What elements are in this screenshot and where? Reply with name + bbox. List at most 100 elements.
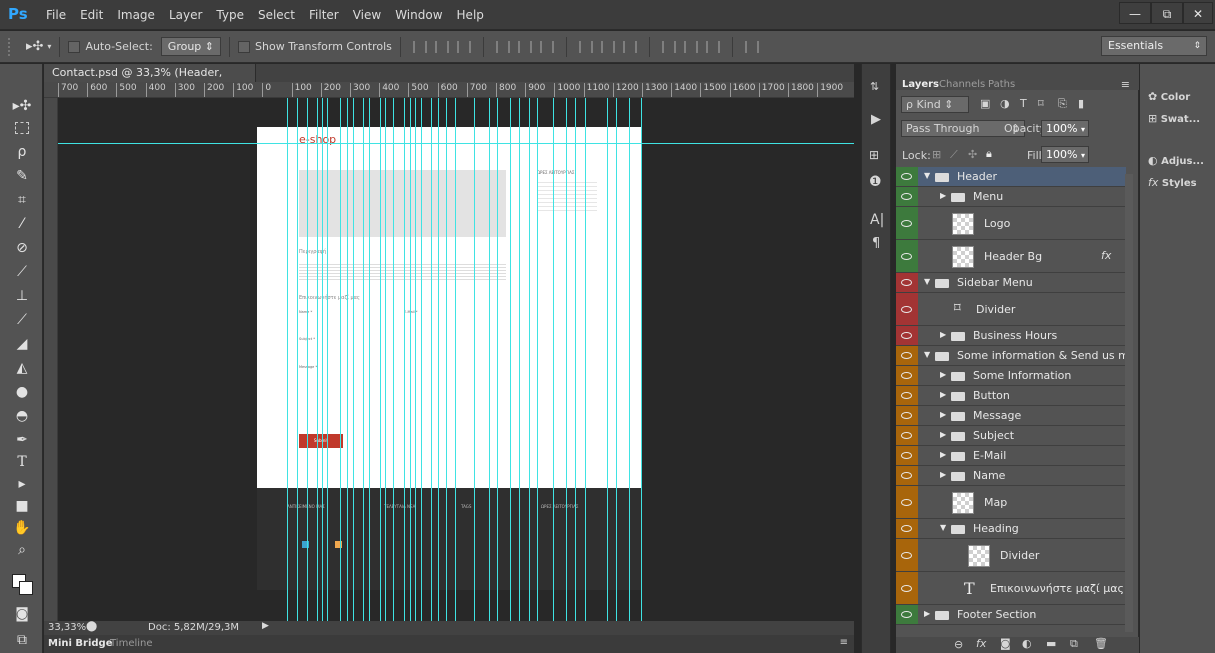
disclosure-closed-icon[interactable]: ▶ (940, 390, 946, 399)
color-panel-button[interactable]: ✿ Color (1148, 90, 1190, 103)
layer-row[interactable]: ▶ Button (896, 386, 1126, 406)
align-bottom-icon[interactable] (456, 40, 471, 53)
vertical-guide[interactable] (585, 98, 586, 621)
adjustment-layer-icon[interactable]: ◐ (1022, 637, 1032, 650)
visibility-eye-icon[interactable] (896, 366, 918, 385)
document-tab[interactable]: Contact.psd @ 33,3% (Header, RGB/8) * × (44, 64, 256, 97)
swatches-panel-button[interactable]: ⊞ Swat... (1148, 112, 1200, 125)
distribute-bottom-icon[interactable] (622, 40, 637, 53)
zoom-tool-icon[interactable]: ⌕ (11, 540, 33, 560)
layer-row[interactable]: ▶ Footer Section (896, 605, 1126, 625)
info-icon[interactable]: ⬤ (86, 621, 97, 632)
vertical-guide[interactable] (393, 98, 394, 621)
zoom-level[interactable]: 33,33% (48, 622, 86, 633)
canvas[interactable]: e-shop Περιγραφή Επικοινωνήστε μαζί μας … (58, 98, 854, 621)
tab-paths[interactable]: Paths (988, 79, 1015, 90)
align-vcenter-icon[interactable] (434, 40, 449, 53)
chevron-down-icon[interactable]: ▾ (47, 42, 51, 51)
vertical-guide[interactable] (474, 98, 475, 621)
vertical-guide[interactable] (607, 98, 608, 621)
tab-mini-bridge[interactable]: Mini Bridge (48, 638, 113, 649)
menu-help[interactable]: Help (457, 8, 484, 22)
auto-select-checkbox[interactable] (68, 40, 81, 53)
vertical-guide[interactable] (322, 98, 323, 621)
tab-channels[interactable]: Channels (939, 79, 985, 90)
vertical-guide[interactable] (317, 98, 318, 621)
distribute-top-icon[interactable] (578, 40, 593, 53)
visibility-eye-icon[interactable] (896, 346, 918, 365)
distribute-left-icon[interactable] (661, 40, 676, 53)
menu-select[interactable]: Select (258, 8, 295, 22)
vertical-guide[interactable] (404, 98, 405, 621)
new-group-icon[interactable]: ▬ (1046, 637, 1056, 650)
quick-mask-icon[interactable]: ◙ (11, 604, 33, 624)
disclosure-open-icon[interactable]: ▼ (924, 350, 930, 359)
actions-icon[interactable]: ▶ (871, 112, 881, 127)
disclosure-closed-icon[interactable]: ▶ (940, 410, 946, 419)
path-select-tool-icon[interactable]: ▸ (11, 474, 33, 494)
quick-select-tool-icon[interactable]: ✎ (11, 166, 33, 186)
disclosure-closed-icon[interactable]: ▶ (924, 609, 930, 618)
align-right-icon[interactable] (539, 40, 554, 53)
visibility-eye-icon[interactable] (896, 273, 918, 292)
layer-row[interactable]: ▼ Header (896, 167, 1126, 187)
vertical-guide[interactable] (529, 98, 530, 621)
vertical-guide[interactable] (553, 98, 554, 621)
vertical-guide[interactable] (497, 98, 498, 621)
disclosure-closed-icon[interactable]: ▶ (940, 430, 946, 439)
history-brush-tool-icon[interactable]: ⟋ (11, 310, 33, 330)
auto-select-dropdown[interactable]: Group ⇕ (160, 37, 222, 56)
link-layers-icon[interactable]: ⊖ (954, 638, 963, 651)
visibility-eye-icon[interactable] (896, 446, 918, 465)
visibility-eye-icon[interactable] (896, 167, 918, 186)
align-hcenter-icon[interactable] (517, 40, 532, 53)
disclosure-closed-icon[interactable]: ▶ (940, 330, 946, 339)
visibility-eye-icon[interactable] (896, 519, 918, 538)
blur-tool-icon[interactable]: ● (11, 382, 33, 402)
vertical-guide[interactable] (455, 98, 456, 621)
dodge-tool-icon[interactable]: ◓ (11, 406, 33, 426)
layer-row[interactable]: ▶ Some Information (896, 366, 1126, 386)
align-top-icon[interactable] (412, 40, 427, 53)
layer-effects-icon[interactable]: fx (1101, 249, 1111, 262)
vertical-guide[interactable] (431, 98, 432, 621)
vertical-guide[interactable] (353, 98, 354, 621)
layer-row[interactable]: Logo (896, 207, 1126, 240)
history-icon[interactable]: ⇅ (870, 80, 879, 93)
visibility-eye-icon[interactable] (896, 539, 918, 571)
vertical-guide[interactable] (410, 98, 411, 621)
pen-tool-icon[interactable]: ✒ (11, 430, 33, 450)
eyedropper-tool-icon[interactable]: ⁄ (11, 214, 33, 234)
vertical-guide[interactable] (421, 98, 422, 621)
layer-row[interactable]: ▶ Subject (896, 426, 1126, 446)
filter-kind-dropdown[interactable]: ρ Kind ⇕ (901, 96, 969, 113)
layer-row[interactable]: T Επικοινωνήστε μαζί μας (896, 572, 1126, 605)
lock-transparent-icon[interactable]: ⊞ (932, 148, 941, 161)
visibility-eye-icon[interactable] (896, 426, 918, 445)
layer-mask-icon[interactable]: ◙ (1000, 637, 1011, 650)
lock-pixels-icon[interactable]: ⟋ (950, 148, 958, 162)
layer-row[interactable]: ▼ Sidebar Menu (896, 273, 1126, 293)
distribute-hcenter-icon[interactable] (683, 40, 698, 53)
workspace-dropdown[interactable]: Essentials ⇕ (1101, 36, 1207, 56)
horizontal-guide[interactable] (58, 143, 854, 144)
vertical-guide[interactable] (347, 98, 348, 621)
filter-smart-icon[interactable]: ⎘ (1058, 97, 1067, 111)
brush-presets-icon[interactable]: ⊞ (869, 148, 879, 162)
distribute-vcenter-icon[interactable] (600, 40, 615, 53)
close-button[interactable]: ✕ (1183, 2, 1213, 24)
delete-layer-icon[interactable]: 🗑︎ (1094, 637, 1108, 650)
layer-row[interactable]: ▼ Heading (896, 519, 1126, 539)
screen-mode-icon[interactable]: ⧉ (11, 630, 33, 650)
disclosure-open-icon[interactable]: ▼ (940, 523, 946, 532)
filter-adjustment-icon[interactable]: ◑ (1000, 97, 1010, 110)
marquee-tool-icon[interactable] (15, 122, 29, 134)
vertical-guide[interactable] (287, 98, 288, 621)
vertical-guide[interactable] (446, 98, 447, 621)
panel-menu-icon[interactable]: ≡ (840, 637, 848, 648)
brush-tool-icon[interactable]: ⟋ (11, 262, 33, 282)
vertical-guide[interactable] (510, 98, 511, 621)
vertical-guide[interactable] (363, 98, 364, 621)
visibility-eye-icon[interactable] (896, 386, 918, 405)
vertical-guide[interactable] (641, 98, 642, 621)
